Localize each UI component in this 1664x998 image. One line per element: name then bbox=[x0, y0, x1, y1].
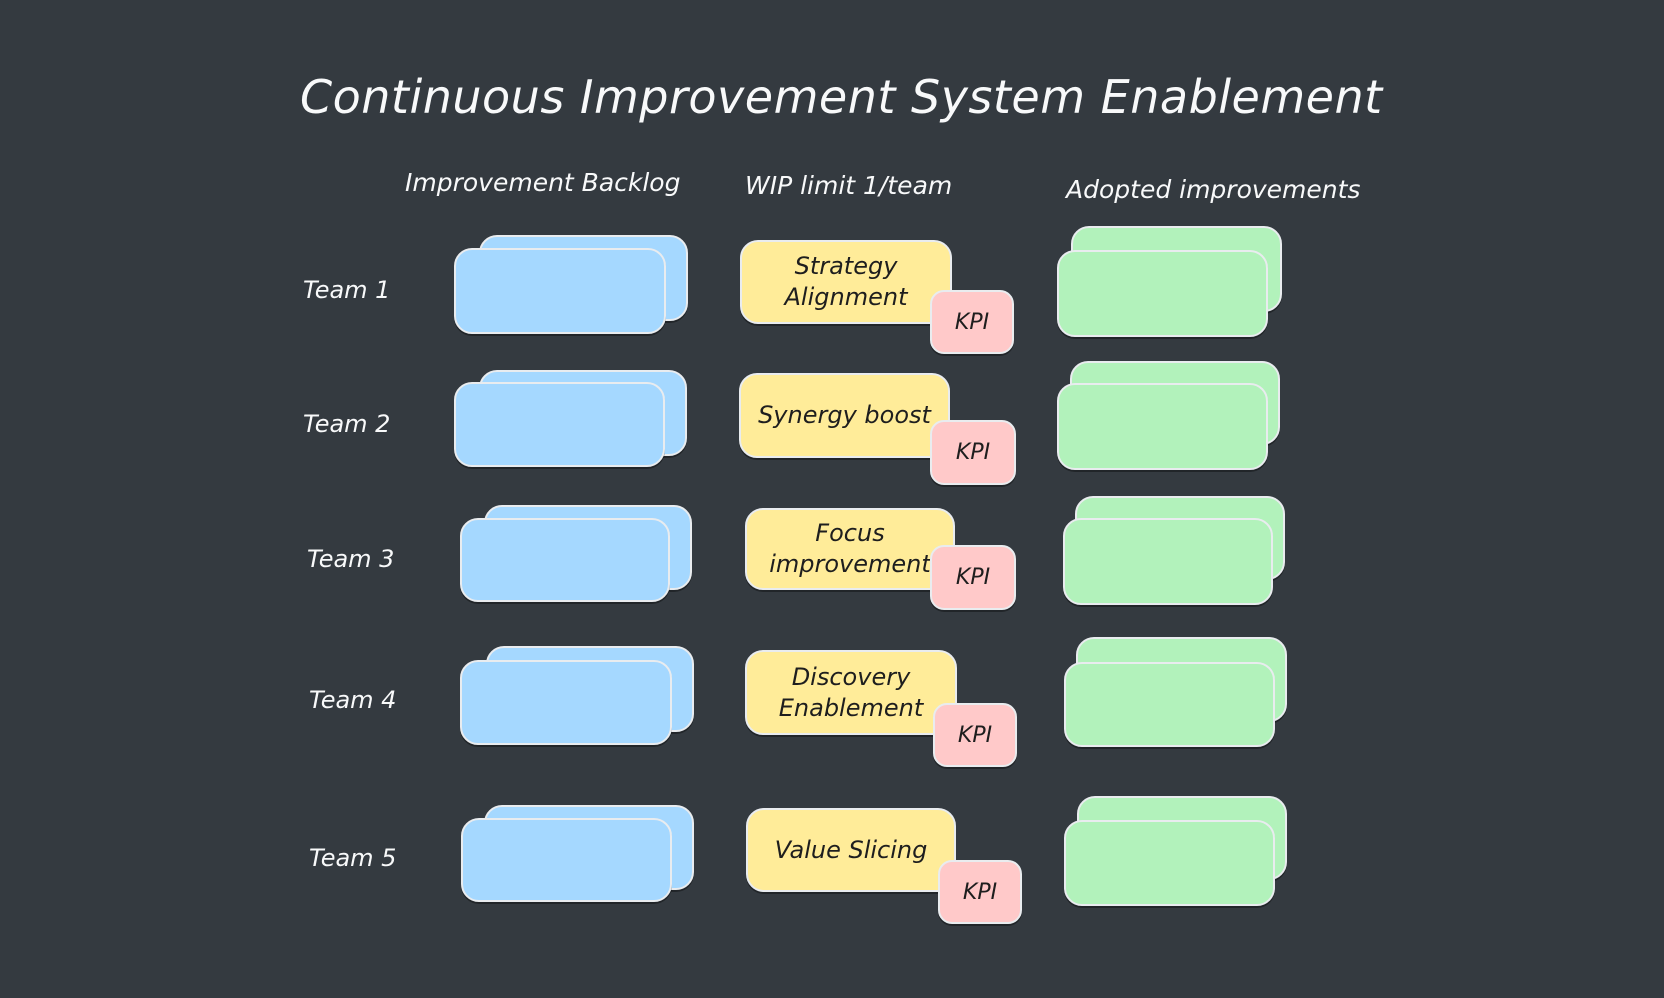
wip-card[interactable]: Synergy boost bbox=[739, 373, 950, 458]
kpi-badge[interactable]: KPI bbox=[933, 703, 1017, 767]
backlog-card-front[interactable] bbox=[460, 518, 670, 602]
wip-card[interactable]: Value Slicing bbox=[746, 808, 956, 892]
team-label: Team 1 bbox=[303, 276, 391, 304]
backlog-card-front[interactable] bbox=[460, 660, 672, 745]
backlog-card-front[interactable] bbox=[454, 382, 665, 467]
column-header-adopted: Adopted improvements bbox=[1066, 175, 1361, 204]
kpi-badge[interactable]: KPI bbox=[938, 860, 1022, 924]
kpi-badge[interactable]: KPI bbox=[930, 290, 1014, 354]
team-label: Team 4 bbox=[309, 686, 397, 714]
backlog-card-front[interactable] bbox=[461, 818, 672, 902]
adopted-card-front[interactable] bbox=[1064, 662, 1275, 747]
wip-card[interactable]: Discovery Enablement bbox=[745, 650, 957, 735]
adopted-card-front[interactable] bbox=[1057, 383, 1268, 470]
adopted-card-front[interactable] bbox=[1063, 518, 1273, 605]
wip-card[interactable]: Strategy Alignment bbox=[740, 240, 952, 324]
wip-card[interactable]: Focus improvement bbox=[745, 508, 955, 590]
kpi-badge[interactable]: KPI bbox=[930, 545, 1016, 610]
adopted-card-front[interactable] bbox=[1064, 820, 1275, 906]
kpi-badge[interactable]: KPI bbox=[930, 420, 1016, 485]
team-label: Team 2 bbox=[303, 410, 391, 438]
column-header-backlog: Improvement Backlog bbox=[405, 168, 681, 197]
adopted-card-front[interactable] bbox=[1057, 250, 1268, 337]
diagram-title: Continuous Improvement System Enablement bbox=[300, 70, 1383, 124]
team-label: Team 5 bbox=[309, 844, 397, 872]
backlog-card-front[interactable] bbox=[454, 248, 666, 334]
column-header-wip: WIP limit 1/team bbox=[745, 171, 953, 200]
team-label: Team 3 bbox=[307, 545, 395, 573]
